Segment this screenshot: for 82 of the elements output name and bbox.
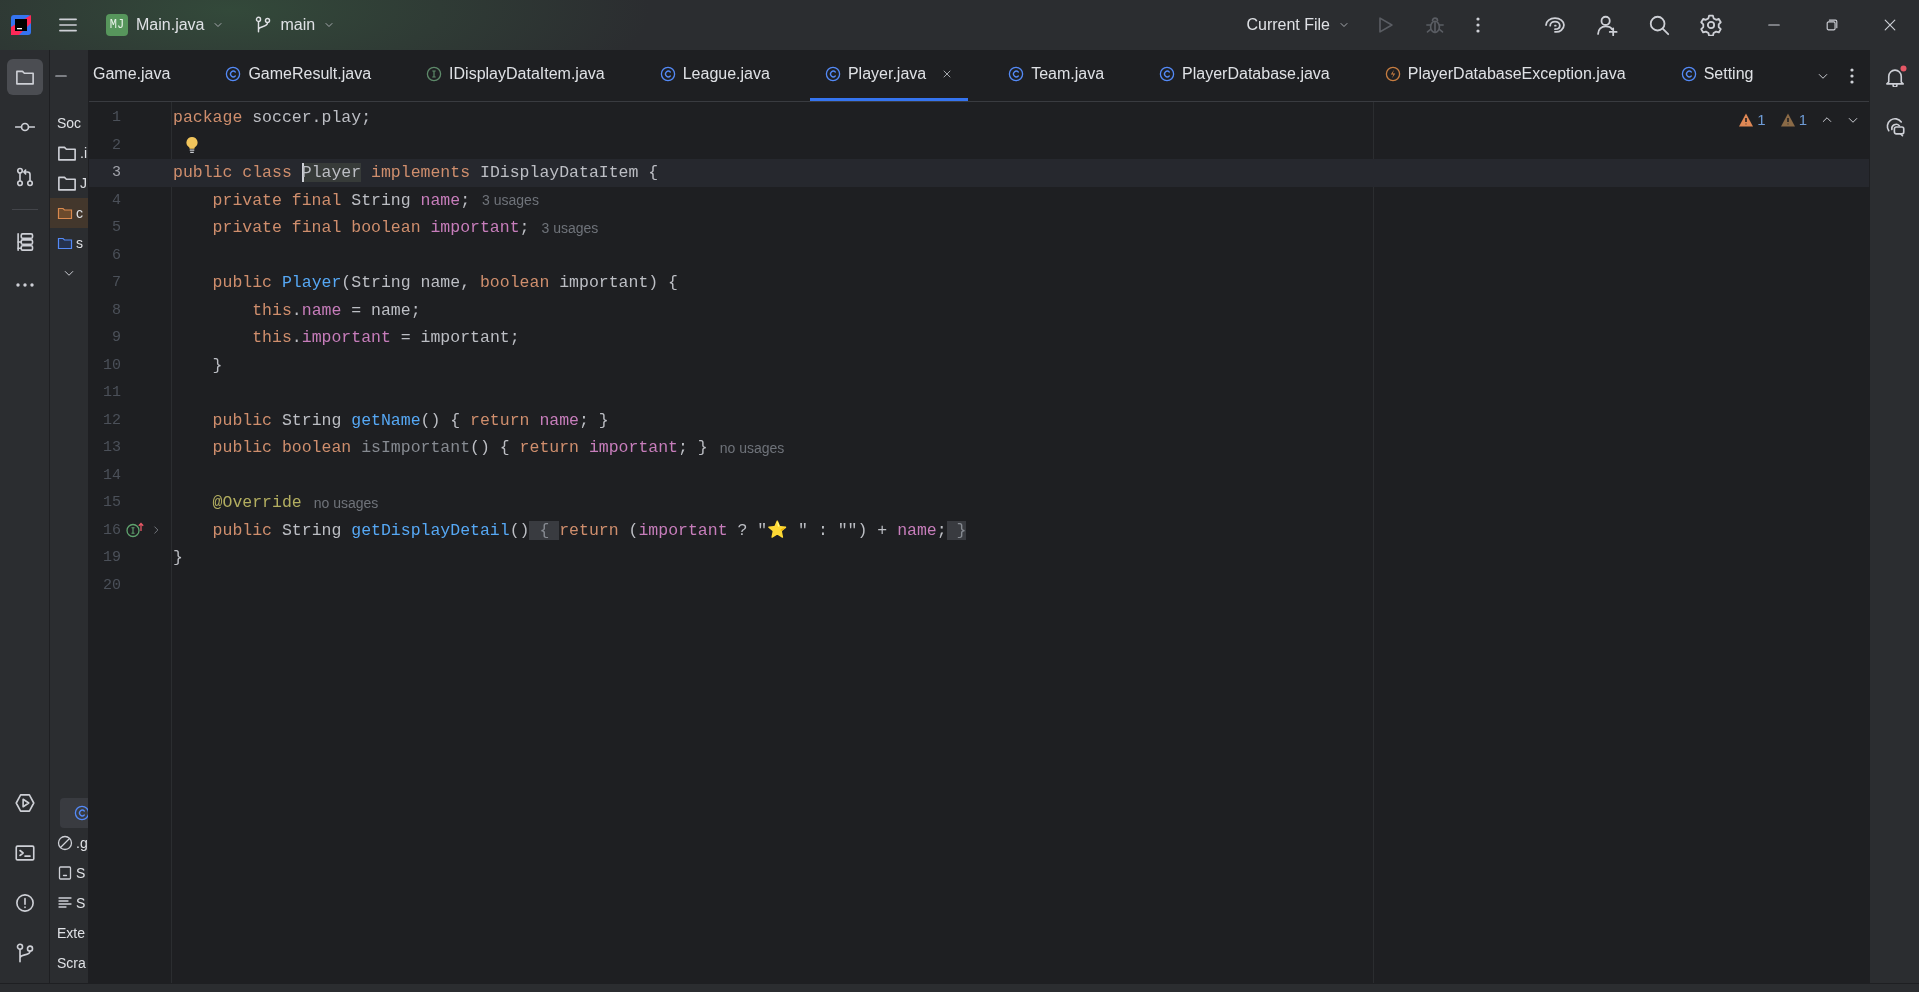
add-user-icon[interactable] <box>1596 14 1618 36</box>
tree-row[interactable]: .g <box>50 828 88 858</box>
tool-window-button[interactable] <box>6 59 43 95</box>
branch-selector[interactable]: main <box>246 8 344 42</box>
usage-hint[interactable]: no usages <box>313 494 379 511</box>
lightning-icon <box>1384 66 1401 82</box>
usage-hint[interactable]: 3 usages <box>541 219 599 236</box>
chat-icon[interactable] <box>1884 117 1905 137</box>
class-icon <box>824 66 841 82</box>
terminal-icon[interactable] <box>14 843 35 863</box>
code-line: public boolean isImportant() { return important; } <box>211 438 708 458</box>
file-tab[interactable]: PlayerDatabase.java <box>1144 50 1345 101</box>
app-logo-icon <box>11 15 31 35</box>
unread-dot <box>1899 65 1907 72</box>
project-badge: MJ <box>106 14 128 36</box>
class-icon <box>225 66 242 82</box>
tree-row[interactable] <box>60 798 88 828</box>
code-line: this.name = name; <box>251 300 421 320</box>
branch-icon <box>254 16 273 34</box>
code-line: this.important = important; <box>251 328 520 348</box>
folder-icon <box>57 205 73 221</box>
pull-request-icon[interactable] <box>14 167 35 187</box>
more-icon[interactable] <box>14 282 35 288</box>
warning-icon <box>1738 111 1755 128</box>
class-icon <box>659 66 676 82</box>
restore-icon[interactable] <box>1825 18 1839 32</box>
interface-icon <box>426 66 443 82</box>
tree-row[interactable]: Scra <box>50 948 88 978</box>
tree-row[interactable]: Soc <box>50 108 88 138</box>
file-tab[interactable]: League.java <box>644 50 785 101</box>
code-line: private final boolean important; <box>211 218 530 238</box>
usage-hint[interactable]: no usages <box>719 439 785 456</box>
tree-row[interactable]: s <box>50 228 88 258</box>
code-line: package soccer.play; <box>173 108 372 128</box>
code-line: private final String name; <box>211 190 471 210</box>
class-icon <box>1159 66 1176 82</box>
chevron-icon[interactable] <box>151 525 161 536</box>
file-icon <box>57 865 73 881</box>
more-icon[interactable] <box>1475 16 1481 34</box>
project-selector[interactable]: MJ Main.java <box>98 8 233 42</box>
notifications-icon[interactable] <box>1884 67 1905 87</box>
branch-icon[interactable] <box>14 943 35 963</box>
class-icon <box>1680 66 1697 82</box>
class-icon <box>74 805 88 821</box>
tree-row[interactable]: c <box>50 198 88 228</box>
code-line: public String getDisplayDetail() { return (important ? "⭐ " : "") + name; } <box>211 520 967 541</box>
lightbulb-icon[interactable] <box>185 136 199 155</box>
blocked-icon <box>57 835 73 851</box>
folder-icon <box>57 235 73 251</box>
file-tab[interactable]: Game.java <box>89 50 186 101</box>
line-number: 3 <box>111 164 121 182</box>
structure-icon[interactable] <box>14 232 35 252</box>
class-icon <box>1008 66 1025 82</box>
warning-count[interactable]: 1 <box>1738 111 1766 128</box>
file-tab[interactable]: IDisplayDataItem.java <box>411 50 620 101</box>
settings-icon[interactable] <box>1700 14 1722 36</box>
text-file-icon <box>57 895 73 911</box>
search-icon[interactable] <box>1648 14 1670 36</box>
warning-count[interactable]: 1 <box>1779 111 1807 128</box>
tree-row[interactable]: .i <box>50 138 88 168</box>
code-line: } <box>173 548 183 568</box>
more-icon[interactable] <box>1849 66 1855 85</box>
problems-icon[interactable] <box>14 893 35 913</box>
warning-icon <box>1779 111 1796 128</box>
file-tab[interactable]: PlayerDatabaseException.java <box>1369 50 1641 101</box>
code-line: public String getName() { return name; } <box>211 410 609 430</box>
code-line: @Override <box>211 493 302 513</box>
tree-row[interactable]: S <box>50 858 88 888</box>
close-icon[interactable] <box>1883 18 1897 32</box>
run-configuration-selector[interactable]: Current File <box>1238 8 1358 42</box>
implements-icon[interactable] <box>126 522 146 539</box>
tree-row[interactable]: Exte <box>50 918 88 948</box>
tree-row[interactable]: S <box>50 888 88 918</box>
spiral-icon[interactable] <box>1544 14 1566 36</box>
usage-hint[interactable]: 3 usages <box>482 192 539 209</box>
file-tab[interactable]: Setting <box>1665 50 1769 101</box>
tree-row[interactable]: J <box>50 168 88 198</box>
services-icon[interactable] <box>14 793 35 813</box>
code-line: public Player(String name, boolean important) { <box>211 273 678 293</box>
file-tab[interactable]: GameResult.java <box>210 50 387 101</box>
file-tab[interactable]: Team.java <box>993 50 1120 101</box>
code-line: } <box>211 355 223 375</box>
